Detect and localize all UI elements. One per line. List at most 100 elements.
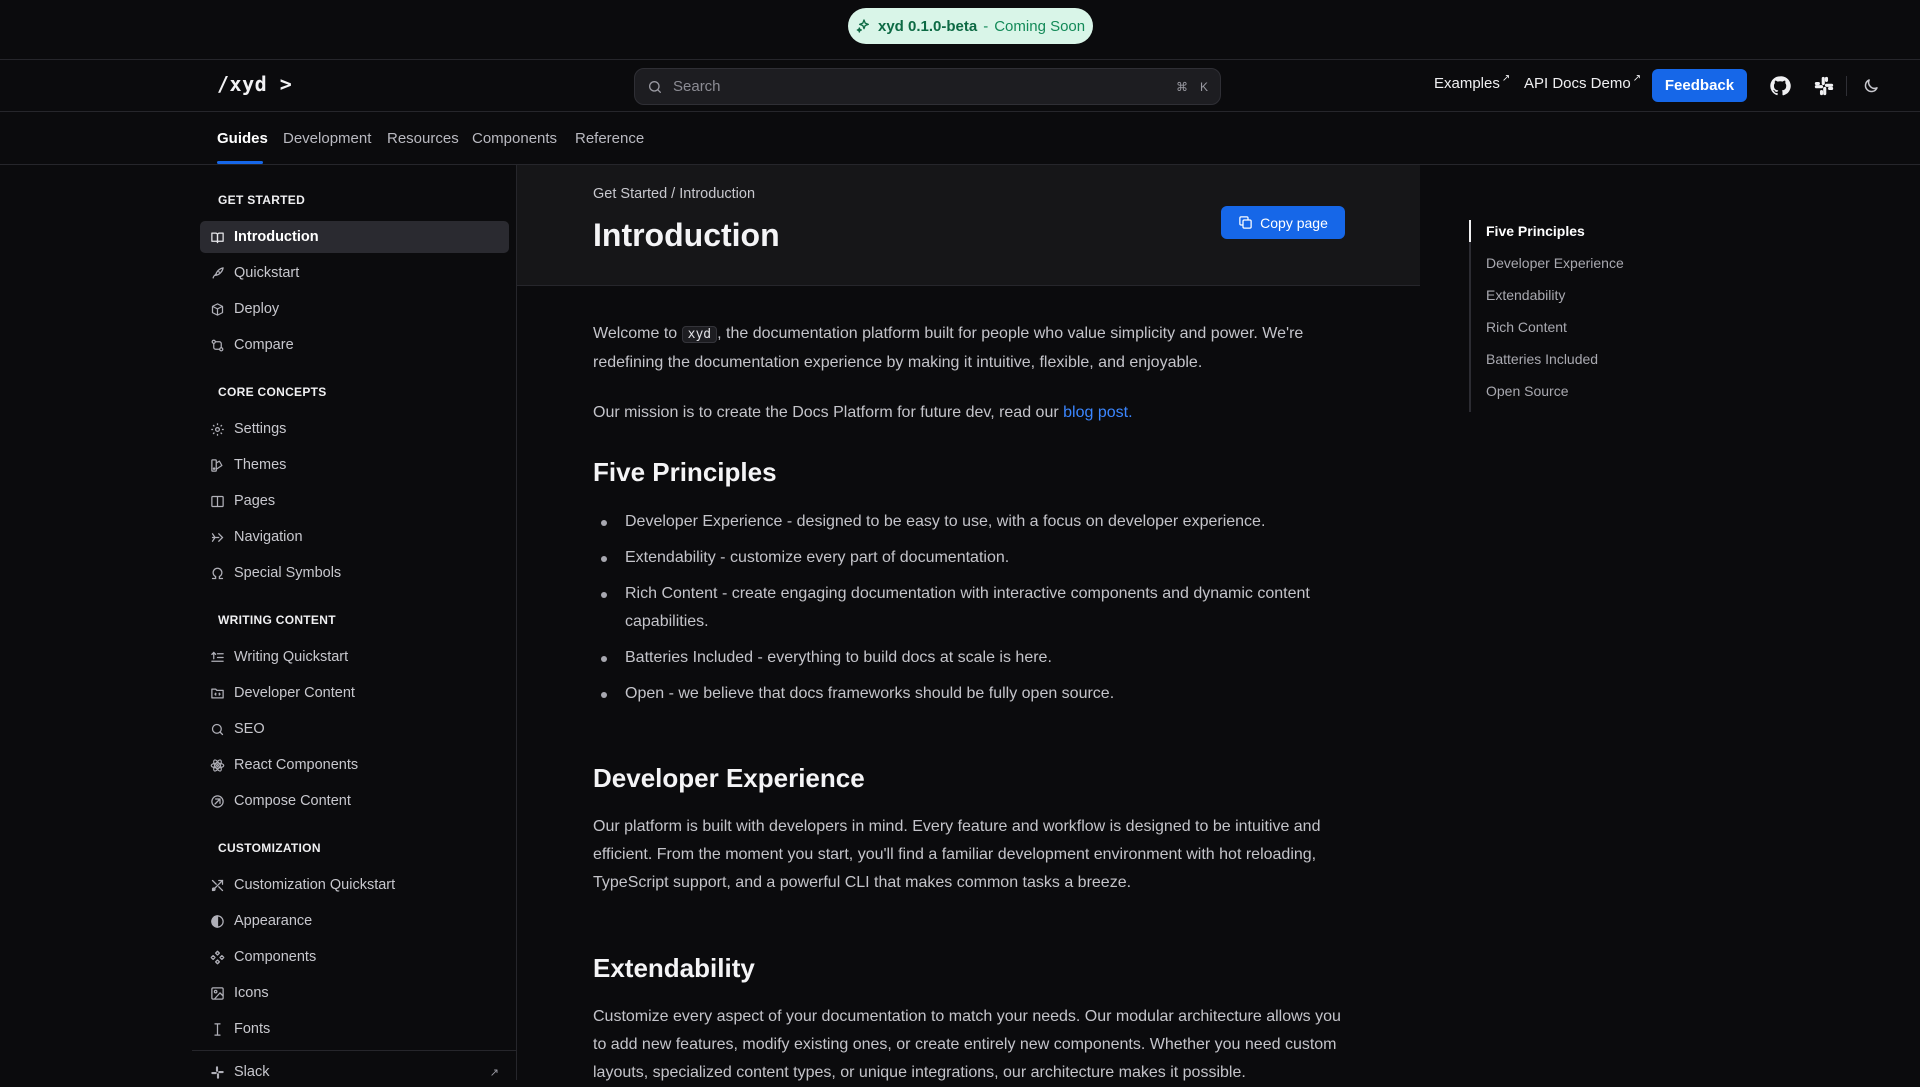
- list-item: Batteries Included - everything to build…: [593, 644, 1353, 672]
- toc-item-batteries-included[interactable]: Batteries Included: [1471, 348, 1769, 380]
- package-icon: [211, 302, 224, 316]
- api-docs-demo-label: API Docs Demo: [1524, 75, 1631, 92]
- sidebar-item-navigation[interactable]: Navigation: [200, 521, 509, 553]
- search-placeholder: Search: [673, 78, 721, 95]
- sidebar-item-label: Appearance: [234, 913, 313, 929]
- shortcut-letter: K: [1199, 79, 1208, 94]
- folder-code-icon: [211, 688, 224, 698]
- sidebar-item-label: Icons: [234, 985, 269, 1001]
- navigation-icon: [211, 532, 224, 542]
- sidebar-item-pages[interactable]: Pages: [200, 485, 509, 517]
- toc-item-rich-content[interactable]: Rich Content: [1471, 316, 1769, 348]
- beta-status: Coming Soon: [994, 17, 1086, 35]
- github-icon[interactable]: [1769, 75, 1791, 97]
- breadcrumb: Get Started / Introduction: [593, 186, 756, 202]
- toc-item-five-principles[interactable]: Five Principles: [1469, 220, 1769, 252]
- inline-code: xyd: [681, 326, 718, 343]
- examples-link-label: Examples: [1434, 75, 1500, 92]
- sidebar-item-introduction[interactable]: Introduction: [200, 221, 509, 253]
- sidebar-item-settings[interactable]: Settings: [200, 413, 509, 445]
- sidebar-item-react-components[interactable]: React Components: [200, 749, 509, 781]
- sidebar-item-label: Compose Content: [234, 793, 351, 809]
- sidebar-item-quickstart[interactable]: Quickstart: [200, 257, 509, 289]
- sidebar-item-developer-content[interactable]: Developer Content: [200, 677, 509, 709]
- search-input[interactable]: Search ⌘ K: [634, 68, 1221, 105]
- sidebar-item-compare[interactable]: Compare: [200, 329, 509, 361]
- components-icon: [210, 950, 225, 964]
- copy-page-label: Copy page: [1260, 214, 1328, 231]
- sidebar-item-slack[interactable]: Slack ↗: [200, 1060, 509, 1084]
- sidebar-item-label: Writing Quickstart: [234, 649, 349, 665]
- sidebar-item-themes[interactable]: Themes: [200, 449, 509, 481]
- mission-text: Our mission is to create the Docs Platfo…: [593, 404, 1064, 421]
- toc-item-extendability[interactable]: Extendability: [1471, 284, 1769, 316]
- tab-reference[interactable]: Reference: [575, 130, 644, 147]
- toc-item-developer-experience[interactable]: Developer Experience: [1471, 252, 1769, 284]
- rocket-icon: [212, 266, 224, 278]
- list-item: Extendability - customize every part of …: [593, 544, 1353, 572]
- external-link-icon: ↗: [1632, 73, 1642, 84]
- sidebar-item-label: Components: [234, 949, 317, 965]
- page-header: Get Started / Introduction Introduction …: [517, 165, 1420, 286]
- tab-guides[interactable]: Guides: [217, 130, 268, 147]
- search-icon: [211, 723, 224, 735]
- sidebar-item-label: Fonts: [234, 1021, 271, 1037]
- tools-icon: [211, 879, 224, 891]
- main-content: Get Started / Introduction Introduction …: [517, 165, 1420, 1081]
- header-divider: [1846, 76, 1847, 96]
- feedback-button[interactable]: Feedback: [1652, 69, 1747, 102]
- examples-link[interactable]: Examples ↗: [1434, 73, 1510, 92]
- site-logo[interactable]: /xyd >: [217, 72, 292, 96]
- intro-text-start: Welcome to: [593, 325, 682, 342]
- heading-developer-experience: Developer Experience: [593, 763, 865, 793]
- image-icon: [211, 986, 224, 1000]
- sidebar-item-deploy[interactable]: Deploy: [200, 293, 509, 325]
- external-link-icon: ↗: [489, 1066, 499, 1079]
- search-icon: [649, 80, 661, 93]
- list-item: Open - we believe that docs frameworks s…: [593, 680, 1353, 708]
- sidebar-item-special-symbols[interactable]: Special Symbols: [200, 557, 509, 589]
- beta-separator: -: [983, 17, 989, 35]
- section-tabs: Guides Development Resources Components …: [0, 113, 1920, 165]
- tab-components[interactable]: Components: [472, 130, 557, 147]
- intro-paragraph: Welcome to xyd, the documentation platfo…: [593, 320, 1353, 377]
- top-header: /xyd > Search ⌘ K Examples ↗ API Docs De…: [0, 60, 1920, 112]
- blog-post-link[interactable]: blog post.: [1063, 404, 1132, 421]
- developer-experience-paragraph: Our platform is built with developers in…: [593, 818, 1321, 891]
- sidebar-item-compose-content[interactable]: Compose Content: [200, 785, 509, 817]
- sidebar-item-label: Compare: [234, 337, 294, 353]
- sidebar-section-get-started: GET STARTED: [218, 193, 306, 207]
- copy-icon: [1239, 216, 1252, 229]
- sidebar-item-fonts[interactable]: Fonts: [200, 1013, 509, 1045]
- sidebar-item-label: Navigation: [234, 529, 303, 545]
- sidebar-item-writing-quickstart[interactable]: Writing Quickstart: [200, 641, 509, 673]
- sidebar-item-customization-quickstart[interactable]: Customization Quickstart: [200, 869, 509, 901]
- heading-five-principles: Five Principles: [593, 457, 777, 487]
- text-icon: [211, 651, 224, 662]
- sidebar-item-label: Slack: [234, 1064, 270, 1080]
- beta-announcement-pill[interactable]: xyd 0.1.0-beta - Coming Soon: [848, 8, 1094, 44]
- sidebar-item-appearance[interactable]: Appearance: [200, 905, 509, 937]
- atom-icon: [210, 758, 225, 772]
- toc-item-open-source[interactable]: Open Source: [1471, 380, 1769, 412]
- sidebar-item-icons[interactable]: Icons: [200, 977, 509, 1009]
- sidebar-item-components[interactable]: Components: [200, 941, 509, 973]
- sidebar-item-label: Quickstart: [234, 265, 300, 281]
- api-docs-demo-link[interactable]: API Docs Demo ↗: [1524, 73, 1642, 92]
- table-of-contents: Five Principles Developer Experience Ext…: [1469, 220, 1769, 412]
- compose-icon: [211, 794, 224, 808]
- sidebar-item-seo[interactable]: SEO: [200, 713, 509, 745]
- sidebar-section-writing-content: WRITING CONTENT: [218, 613, 336, 627]
- moon-icon[interactable]: [1862, 77, 1880, 95]
- book-icon: [211, 232, 224, 243]
- tab-development[interactable]: Development: [283, 130, 371, 147]
- sidebar-section-core-concepts: CORE CONCEPTS: [218, 385, 327, 399]
- slack-icon[interactable]: [1813, 75, 1835, 97]
- tab-resources[interactable]: Resources: [387, 130, 459, 147]
- text-cursor-icon: [214, 1022, 221, 1036]
- sidebar-divider: [192, 1050, 517, 1051]
- copy-page-button[interactable]: Copy page: [1221, 206, 1345, 239]
- sparkle-icon: [856, 19, 869, 33]
- sidebar-section-customization: CUSTOMIZATION: [218, 841, 321, 855]
- sidebar-item-label: Developer Content: [234, 685, 355, 701]
